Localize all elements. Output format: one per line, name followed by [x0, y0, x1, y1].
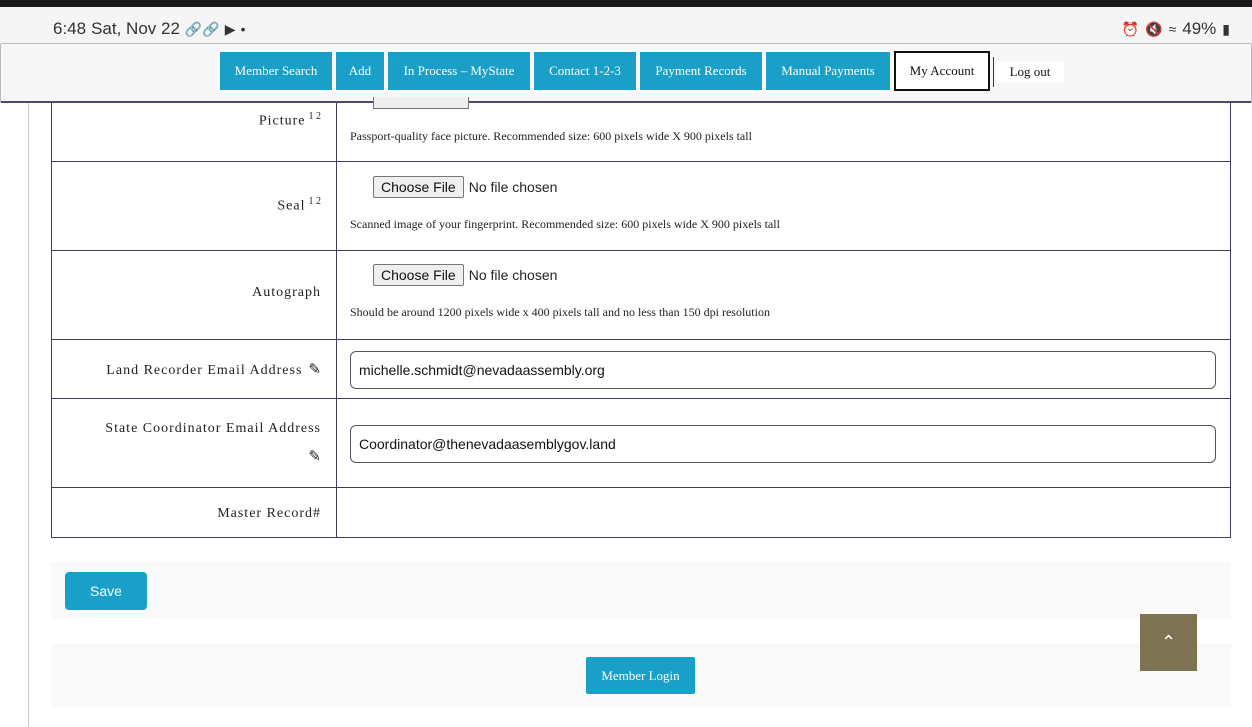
state-coordinator-row: State Coordinator Email Address ✎ Coordi… [52, 398, 1230, 487]
state-coordinator-email-input[interactable]: Coordinator@thenevadaasemblygov.land [350, 425, 1216, 463]
picture-label: Picture 1 2 [52, 103, 337, 161]
land-recorder-label: Land Recorder Email Address ✎ [52, 340, 337, 398]
member-login-button[interactable]: Member Login [586, 657, 695, 694]
master-record-row: Master Record# [52, 487, 1230, 537]
seal-label: Seal 1 2 [52, 162, 337, 250]
pencil-icon[interactable]: ✎ [308, 449, 321, 465]
land-recorder-row: Land Recorder Email Address ✎ michelle.sc… [52, 339, 1230, 398]
state-coordinator-label: State Coordinator Email Address ✎ [52, 399, 337, 487]
autograph-file-status: No file chosen [468, 267, 558, 283]
footer-panel: Member Login [51, 644, 1231, 707]
wifi-icon: ≈ [1168, 21, 1177, 37]
logout-divider [993, 57, 994, 87]
battery-icon: ▮ [1222, 20, 1230, 37]
autograph-row: Autograph Choose File No file chosen Sho… [52, 250, 1230, 339]
master-record-value [337, 488, 1230, 537]
picture-footnote: 1 2 [308, 111, 322, 122]
picture-value: Passport-quality face picture. Recommend… [337, 97, 1230, 161]
link-icon: 🔗🔗 [184, 20, 220, 37]
battery-level: 49% [1182, 19, 1217, 38]
seal-row: Seal 1 2 Choose File No file chosen Scann… [52, 161, 1230, 250]
seal-file-status: No file chosen [468, 179, 558, 195]
seal-footnote: 1 2 [308, 196, 322, 207]
nav-contact[interactable]: Contact 1-2-3 [533, 51, 637, 91]
seal-value: Choose File No file chosen Scanned image… [337, 162, 1230, 250]
land-recorder-email-input[interactable]: michelle.schmidt@nevadaassembly.org [350, 351, 1216, 389]
seal-choose-button[interactable]: Choose File [373, 176, 464, 198]
picture-row: Picture 1 2 Passport-quality face picture… [52, 97, 1230, 161]
nav-add[interactable]: Add [335, 51, 385, 91]
pencil-icon[interactable]: ✎ [308, 362, 321, 378]
scroll-to-top-button[interactable]: ⌃ [1140, 614, 1197, 671]
youtube-icon: ▶ [224, 20, 236, 37]
state-coordinator-value: Coordinator@thenevadaasemblygov.land [337, 399, 1230, 487]
master-record-label: Master Record# [52, 488, 337, 537]
nav-manual-payments[interactable]: Manual Payments [765, 51, 891, 91]
chevron-up-icon: ⌃ [1160, 632, 1177, 653]
seal-hint: Scanned image of your fingerprint. Recom… [350, 217, 780, 231]
nav-payment-records[interactable]: Payment Records [639, 51, 763, 91]
top-band [0, 0, 1252, 7]
autograph-label: Autograph [52, 251, 337, 339]
nav-member-search[interactable]: Member Search [219, 51, 333, 91]
status-bar: 6:48 Sat, Nov 22 🔗🔗 ▶ • ⏰ 🔇 ≈ 49% ▮ [0, 7, 1252, 43]
autograph-hint: Should be around 1200 pixels wide x 400 … [350, 305, 770, 319]
autograph-value: Choose File No file chosen Should be aro… [337, 251, 1230, 339]
autograph-choose-button[interactable]: Choose File [373, 264, 464, 286]
land-recorder-value: michelle.schmidt@nevadaassembly.org [337, 340, 1230, 398]
nav-log-out[interactable]: Log out [996, 61, 1064, 83]
top-navbar: Member Search Add In Process – MyState C… [0, 43, 1252, 103]
save-button[interactable]: Save [65, 572, 147, 610]
account-form-table: Picture 1 2 Passport-quality face picture… [51, 97, 1231, 538]
mute-icon: 🔇 [1145, 20, 1163, 37]
picture-hint: Passport-quality face picture. Recommend… [350, 129, 752, 143]
status-date: Sat, Nov 22 [91, 19, 180, 38]
alarm-icon: ⏰ [1121, 20, 1140, 37]
nav-in-process[interactable]: In Process – MyState [387, 51, 531, 91]
save-panel: Save [51, 562, 1231, 619]
nav-my-account[interactable]: My Account [894, 51, 990, 91]
picture-choose-button[interactable] [373, 97, 469, 109]
dot-icon: • [240, 21, 246, 37]
status-time: 6:48 [53, 19, 87, 38]
